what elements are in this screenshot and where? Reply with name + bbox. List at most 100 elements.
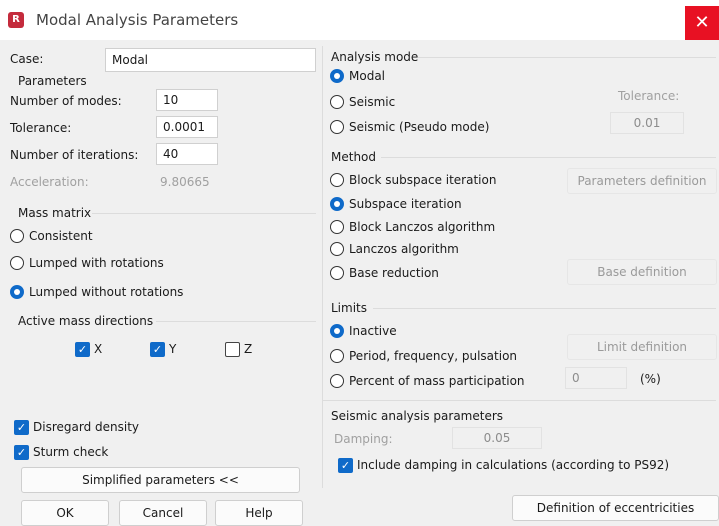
- number-of-iterations-label: Number of iterations:: [10, 148, 139, 162]
- parameters-group-title: Parameters: [18, 74, 87, 88]
- include-damping-check-icon: ✓: [338, 458, 353, 473]
- radio-seismic-pseudo-mode[interactable]: Seismic (Pseudo mode): [330, 119, 550, 137]
- mass-participation-percent-field[interactable]: 0: [565, 367, 627, 389]
- active-mass-divider: [156, 321, 316, 322]
- radio-percent-of-mass-participation[interactable]: Percent of mass participation: [330, 373, 550, 391]
- radio-percent-of-mass-participation-label: Percent of mass participation: [349, 374, 525, 388]
- radio-seismic-pseudo-mode-label: Seismic (Pseudo mode): [349, 120, 490, 134]
- radio-inactive-indicator: [330, 324, 344, 338]
- tolerance-field[interactable]: 0.0001: [156, 116, 218, 138]
- radio-seismic-indicator: [330, 95, 344, 109]
- analysis-mode-group-title: Analysis mode: [331, 50, 419, 64]
- limit-definition-button[interactable]: Limit definition: [567, 334, 717, 360]
- acceleration-label: Acceleration:: [10, 175, 89, 189]
- limits-group-title: Limits: [331, 301, 367, 315]
- seismic-params-group-title: Seismic analysis parameters: [331, 409, 504, 423]
- radio-block-subspace-iteration[interactable]: Block subspace iteration: [330, 172, 530, 190]
- mass-matrix-group-title: Mass matrix: [18, 206, 92, 220]
- radio-subspace-iteration[interactable]: Subspace iteration: [330, 196, 530, 214]
- radio-lumped-with-rotations-label: Lumped with rotations: [29, 256, 164, 270]
- app-icon: R: [8, 12, 24, 28]
- number-of-modes-field[interactable]: 10: [156, 89, 218, 111]
- radio-base-reduction-label: Base reduction: [349, 266, 439, 280]
- number-of-iterations-field[interactable]: 40: [156, 143, 218, 165]
- radio-lanczos-algorithm-label: Lanczos algorithm: [349, 242, 459, 256]
- checkbox-z[interactable]: Z: [225, 341, 265, 359]
- damping-field[interactable]: 0.05: [452, 427, 542, 449]
- number-of-modes-label: Number of modes:: [10, 94, 122, 108]
- mass-matrix-divider: [92, 213, 316, 214]
- help-button[interactable]: Help: [215, 500, 303, 526]
- analysis-tolerance-label: Tolerance:: [618, 89, 680, 103]
- radio-percent-of-mass-participation-indicator: [330, 374, 344, 388]
- radio-block-lanczos-algorithm-indicator: [330, 220, 344, 234]
- disregard-density-label: Disregard density: [33, 420, 140, 434]
- case-label: Case:: [10, 52, 44, 66]
- sturm-check-check-icon: ✓: [14, 445, 29, 460]
- checkbox-x-check-icon: ✓: [75, 342, 90, 357]
- radio-consistent-indicator: [10, 229, 24, 243]
- radio-block-lanczos-algorithm-label: Block Lanczos algorithm: [349, 220, 496, 234]
- radio-lanczos-algorithm[interactable]: Lanczos algorithm: [330, 241, 530, 259]
- radio-modal-indicator: [330, 69, 344, 83]
- radio-period-frequency-pulsation[interactable]: Period, frequency, pulsation: [330, 348, 550, 366]
- radio-lumped-with-rotations-indicator: [10, 256, 24, 270]
- disregard-density-check-icon: ✓: [14, 420, 29, 435]
- checkbox-z-label: Z: [244, 342, 253, 356]
- radio-consistent[interactable]: Consistent: [10, 228, 210, 246]
- radio-lanczos-algorithm-indicator: [330, 242, 344, 256]
- checkbox-y[interactable]: ✓ Y: [150, 341, 190, 359]
- radio-block-subspace-iteration-indicator: [330, 173, 344, 187]
- seismic-section-divider: [322, 400, 716, 401]
- checkbox-disregard-density[interactable]: ✓ Disregard density: [14, 419, 214, 437]
- ok-button[interactable]: OK: [21, 500, 109, 526]
- radio-block-subspace-iteration-label: Block subspace iteration: [349, 173, 497, 187]
- checkbox-include-damping[interactable]: ✓ Include damping in calculations (accor…: [338, 457, 688, 475]
- radio-seismic[interactable]: Seismic: [330, 94, 530, 112]
- window-title: Modal Analysis Parameters: [36, 11, 239, 29]
- percent-unit-label: (%): [640, 372, 661, 386]
- title-bar: R Modal Analysis Parameters ✕: [0, 0, 719, 40]
- limits-divider: [373, 308, 716, 309]
- radio-lumped-with-rotations[interactable]: Lumped with rotations: [10, 255, 210, 273]
- method-divider: [381, 157, 716, 158]
- radio-period-frequency-pulsation-indicator: [330, 349, 344, 363]
- acceleration-value: 9.80665: [160, 175, 210, 189]
- damping-label: Damping:: [334, 432, 393, 446]
- close-button[interactable]: ✕: [685, 6, 719, 40]
- radio-inactive-label: Inactive: [349, 324, 397, 338]
- radio-subspace-iteration-label: Subspace iteration: [349, 197, 462, 211]
- radio-lumped-without-rotations-label: Lumped without rotations: [29, 285, 184, 299]
- radio-seismic-label: Seismic: [349, 95, 396, 109]
- sturm-check-label: Sturm check: [33, 445, 109, 459]
- simplified-parameters-button[interactable]: Simplified parameters <<: [21, 467, 300, 493]
- case-field[interactable]: Modal: [105, 48, 316, 72]
- radio-subspace-iteration-indicator: [330, 197, 344, 211]
- checkbox-y-check-icon: ✓: [150, 342, 165, 357]
- base-definition-button[interactable]: Base definition: [567, 259, 717, 285]
- checkbox-z-box: [225, 342, 240, 357]
- analysis-mode-divider: [418, 57, 716, 58]
- radio-period-frequency-pulsation-label: Period, frequency, pulsation: [349, 349, 518, 363]
- radio-lumped-without-rotations-indicator: [10, 285, 24, 299]
- tolerance-label: Tolerance:: [10, 121, 72, 135]
- radio-modal-label: Modal: [349, 69, 385, 83]
- parameters-definition-button[interactable]: Parameters definition: [567, 168, 717, 194]
- radio-base-reduction-indicator: [330, 266, 344, 280]
- checkbox-x[interactable]: ✓ X: [75, 341, 115, 359]
- cancel-button[interactable]: Cancel: [119, 500, 207, 526]
- radio-base-reduction[interactable]: Base reduction: [330, 265, 530, 283]
- radio-block-lanczos-algorithm[interactable]: Block Lanczos algorithm: [330, 219, 530, 237]
- checkbox-y-label: Y: [169, 342, 177, 356]
- analysis-tolerance-field[interactable]: 0.01: [610, 112, 684, 134]
- definition-of-eccentricities-button[interactable]: Definition of eccentricities: [512, 495, 719, 521]
- radio-lumped-without-rotations[interactable]: Lumped without rotations: [10, 284, 210, 302]
- checkbox-sturm-check[interactable]: ✓ Sturm check: [14, 444, 214, 462]
- column-divider: [322, 46, 323, 488]
- radio-modal[interactable]: Modal: [330, 68, 530, 86]
- radio-seismic-pseudo-mode-indicator: [330, 120, 344, 134]
- method-group-title: Method: [331, 150, 377, 164]
- radio-inactive[interactable]: Inactive: [330, 323, 530, 341]
- include-damping-label: Include damping in calculations (accordi…: [357, 458, 670, 472]
- radio-consistent-label: Consistent: [29, 229, 93, 243]
